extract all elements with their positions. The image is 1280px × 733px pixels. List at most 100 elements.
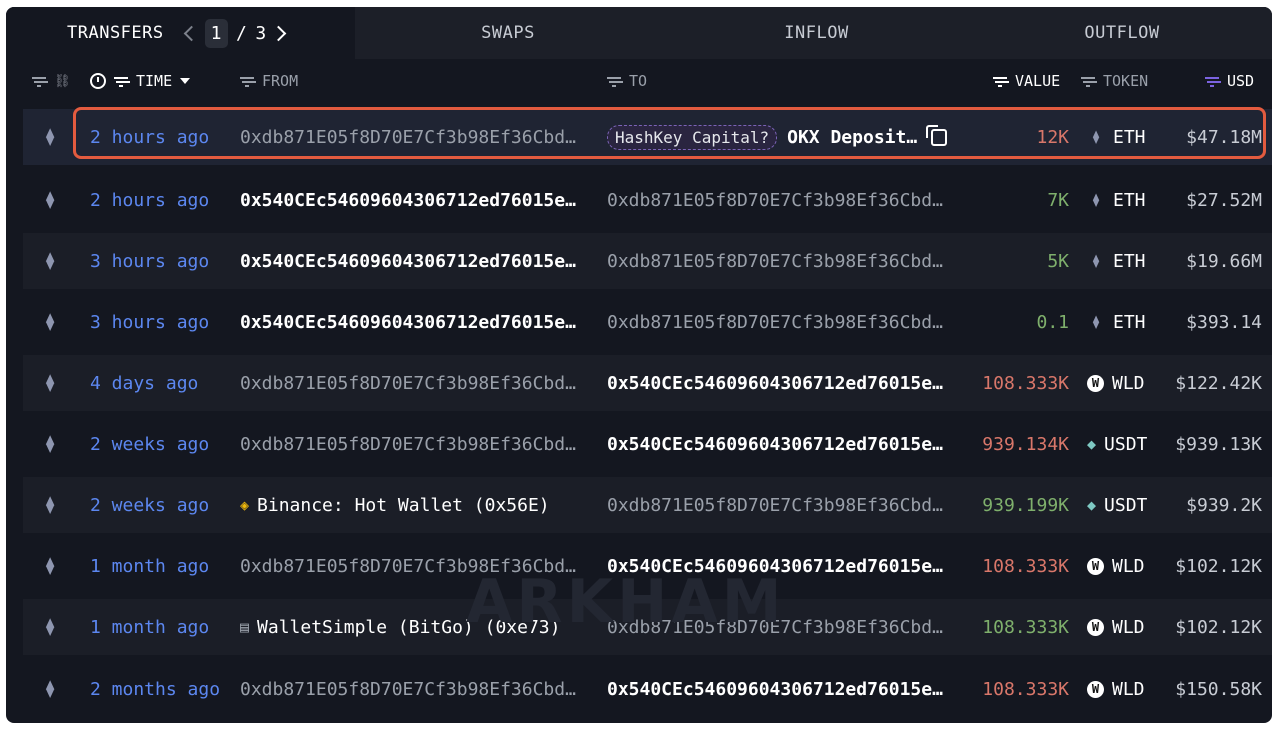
to-address[interactable]: 0xdb871E05f8D70E7Cf3b98Ef36Cbd…	[607, 172, 943, 228]
worldcoin-icon: W	[1087, 680, 1104, 698]
table-row[interactable]: ⧫ 2 hours ago 0xdb871E05f8D70E7Cf3b98Ef36C…	[23, 109, 1272, 165]
ethereum-icon: ⧫	[45, 434, 56, 454]
from-address[interactable]: 0x540CEc54609604306712ed76015e…	[240, 294, 576, 350]
table-row[interactable]: ⧫ 3 hours ago 0x540CEc54609604306712ed7601…	[23, 294, 1272, 350]
token-cell[interactable]: ⧫ ETH	[1087, 172, 1145, 228]
tab-transfers[interactable]: TRANSFERS 1 / 3	[6, 7, 355, 59]
watermark-logo: ARKHAM	[466, 567, 786, 637]
copy-icon[interactable]	[926, 124, 948, 146]
to-address-text: 0xdb871E05f8D70E7Cf3b98Ef36Cbd…	[607, 250, 943, 272]
token-cell[interactable]: ◆ USDT	[1087, 477, 1147, 533]
column-value[interactable]: VALUE	[993, 59, 1060, 103]
column-usd[interactable]: USD	[1205, 59, 1254, 103]
chain-filter[interactable]: ⛓	[32, 59, 71, 103]
ethereum-icon: ⧫	[45, 312, 56, 332]
from-address-text: 0x540CEc54609604306712ed76015e…	[240, 250, 576, 272]
token-cell[interactable]: ⧫ ETH	[1087, 233, 1145, 289]
usd-amount: $102.12K	[1175, 555, 1262, 577]
ethereum-icon: ⧫	[1092, 129, 1100, 145]
tether-icon: ◆	[1087, 435, 1097, 453]
to-address[interactable]: 0x540CEc54609604306712ed76015e…	[607, 661, 943, 717]
token-symbol: WLD	[1112, 616, 1145, 638]
column-time[interactable]: TIME	[90, 59, 191, 103]
table-row[interactable]: ⧫ 2 hours ago 0x540CEc54609604306712ed7601…	[23, 172, 1272, 228]
token-cell[interactable]: W WLD	[1087, 661, 1145, 717]
chain-icon-cell: ⧫	[45, 294, 55, 350]
from-address[interactable]: 0x540CEc54609604306712ed76015e…	[240, 172, 576, 228]
filter-icon[interactable]	[1081, 76, 1095, 87]
tab-swaps[interactable]: SWAPS	[355, 7, 661, 59]
from-address-text: 0xdb871E05f8D70E7Cf3b98Ef36Cbd…	[240, 433, 576, 455]
time-link[interactable]: 1 month ago	[90, 599, 209, 655]
token-symbol: ETH	[1113, 126, 1146, 148]
table-row[interactable]: ⧫ 4 days ago 0xdb871E05f8D70E7Cf3b98Ef36Cb…	[23, 355, 1272, 411]
ethereum-icon: ⧫	[45, 495, 56, 515]
filter-icon[interactable]	[1205, 76, 1219, 87]
ethereum-icon: ⧫	[45, 251, 56, 271]
table-row[interactable]: ⧫ 2 weeks ago ◈ Binance: Hot Wallet (0x56E)…	[23, 477, 1272, 533]
time-link[interactable]: 1 month ago	[90, 538, 209, 594]
token-cell[interactable]: W WLD	[1087, 538, 1145, 594]
value-amount: 108.333K	[982, 616, 1069, 638]
worldcoin-icon: W	[1087, 618, 1104, 636]
from-address[interactable]: 0xdb871E05f8D70E7Cf3b98Ef36Cbd…	[240, 661, 576, 717]
time-link[interactable]: 2 weeks ago	[90, 477, 209, 533]
table-row[interactable]: ⧫ 3 hours ago 0x540CEc54609604306712ed7601…	[23, 233, 1272, 289]
column-from[interactable]: FROM	[240, 59, 298, 103]
tab-swaps-label: SWAPS	[481, 23, 535, 43]
token-cell[interactable]: ⧫ ETH	[1087, 294, 1145, 350]
to-address[interactable]: HashKey Capital? OKX Deposit…	[607, 109, 948, 165]
token-cell[interactable]: ⧫ ETH	[1087, 109, 1146, 165]
value-amount: 0.1	[1036, 311, 1069, 333]
chevron-right-icon[interactable]	[270, 25, 286, 41]
chain-icon-cell: ⧫	[45, 538, 55, 594]
from-address[interactable]: 0x540CEc54609604306712ed76015e…	[240, 233, 576, 289]
time-link[interactable]: 2 weeks ago	[90, 416, 209, 472]
to-address[interactable]: 0xdb871E05f8D70E7Cf3b98Ef36Cbd…	[607, 233, 943, 289]
to-address[interactable]: 0xdb871E05f8D70E7Cf3b98Ef36Cbd…	[607, 294, 943, 350]
ethereum-icon: ⧫	[45, 617, 56, 637]
token-cell[interactable]: W WLD	[1087, 599, 1145, 655]
value-amount: 108.333K	[982, 372, 1069, 394]
time-link[interactable]: 4 days ago	[90, 355, 198, 411]
token-symbol: WLD	[1112, 678, 1145, 700]
to-address[interactable]: 0xdb871E05f8D70E7Cf3b98Ef36Cbd…	[607, 477, 943, 533]
filter-icon[interactable]	[114, 76, 128, 87]
tab-inflow[interactable]: INFLOW	[661, 7, 972, 59]
usd-amount: $393.14	[1186, 311, 1262, 333]
from-address[interactable]: 0xdb871E05f8D70E7Cf3b98Ef36Cbd…	[240, 109, 576, 165]
token-cell[interactable]: W WLD	[1087, 355, 1145, 411]
column-token[interactable]: TOKEN	[1081, 59, 1148, 103]
time-link[interactable]: 3 hours ago	[90, 294, 209, 350]
to-address[interactable]: 0x540CEc54609604306712ed76015e…	[607, 416, 943, 472]
chain-icon-cell: ⧫	[45, 599, 55, 655]
time-link[interactable]: 3 hours ago	[90, 233, 209, 289]
filter-icon[interactable]	[993, 76, 1007, 87]
from-address[interactable]: 0xdb871E05f8D70E7Cf3b98Ef36Cbd…	[240, 416, 576, 472]
filter-icon[interactable]	[240, 76, 254, 87]
usd-amount: $150.58K	[1175, 678, 1262, 700]
sort-caret-icon[interactable]	[180, 78, 191, 84]
ethereum-icon: ⧫	[45, 556, 56, 576]
ethereum-icon: ⧫	[45, 127, 56, 147]
time-link[interactable]: 2 hours ago	[90, 109, 209, 165]
column-to[interactable]: TO	[607, 59, 647, 103]
time-link[interactable]: 2 months ago	[90, 661, 220, 717]
time-link[interactable]: 2 hours ago	[90, 172, 209, 228]
from-address-text: 0xdb871E05f8D70E7Cf3b98Ef36Cbd…	[240, 126, 576, 148]
page-current[interactable]: 1	[204, 18, 228, 48]
tab-outflow[interactable]: OUTFLOW	[972, 7, 1272, 59]
chevron-left-icon[interactable]	[183, 25, 199, 41]
to-address[interactable]: 0x540CEc54609604306712ed76015e…	[607, 355, 943, 411]
table-row[interactable]: ⧫ 2 months ago 0xdb871E05f8D70E7Cf3b98Ef36…	[23, 661, 1272, 717]
token-cell[interactable]: ◆ USDT	[1087, 416, 1147, 472]
table-row[interactable]: ⧫ 2 weeks ago 0xdb871E05f8D70E7Cf3b98Ef36C…	[23, 416, 1272, 472]
to-address-text: 0x540CEc54609604306712ed76015e…	[607, 372, 943, 394]
from-address[interactable]: 0xdb871E05f8D70E7Cf3b98Ef36Cbd…	[240, 355, 576, 411]
usd-amount: $102.12K	[1175, 616, 1262, 638]
link-icon[interactable]: ⛓	[54, 74, 71, 89]
filter-icon[interactable]	[607, 76, 621, 87]
entity-tag[interactable]: HashKey Capital?	[607, 124, 778, 150]
from-address[interactable]: ◈ Binance: Hot Wallet (0x56E)	[240, 477, 550, 533]
filter-icon[interactable]	[32, 76, 46, 87]
